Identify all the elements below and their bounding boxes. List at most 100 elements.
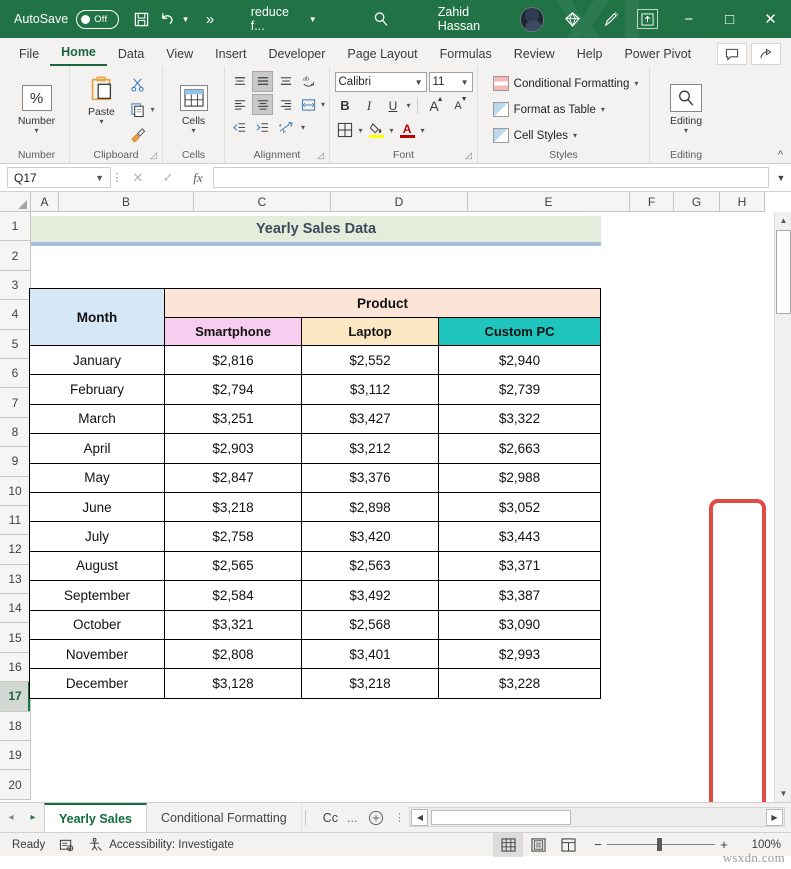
filename-chevron-down-icon[interactable]: ▼ (305, 15, 321, 24)
tab-file[interactable]: File (8, 44, 50, 66)
sheet-tab-overflow[interactable]: ... (343, 803, 361, 832)
cell-month[interactable]: September (30, 581, 165, 610)
cell-laptop[interactable]: $3,212 (302, 434, 439, 463)
borders-chevron-down-icon[interactable]: ▾ (359, 127, 363, 134)
chevron-down-icon[interactable]: ▾ (191, 127, 195, 134)
increase-indent-icon[interactable] (252, 117, 273, 138)
cell-laptop[interactable]: $3,376 (302, 463, 439, 492)
scroll-left-icon[interactable]: ◀ (411, 809, 428, 826)
sheet-tab-yearly-sales[interactable]: Yearly Sales (44, 803, 147, 832)
name-box-chevron-down-icon[interactable]: ▼ (95, 173, 104, 183)
row-header-5[interactable]: 5 (0, 330, 30, 359)
cell-smartphone[interactable]: $3,251 (165, 404, 302, 433)
accessibility-icon[interactable] (88, 837, 103, 852)
page-layout-view-button[interactable] (523, 833, 553, 857)
font-name-input[interactable]: Calibri ▼ (335, 72, 427, 92)
zoom-slider[interactable]: − + (589, 837, 733, 852)
grow-font-button[interactable]: A▲ (424, 95, 445, 116)
underline-chevron-down-icon[interactable]: ▾ (407, 102, 411, 109)
cell-laptop[interactable]: $3,420 (302, 522, 439, 551)
row-header-19[interactable]: 19 (0, 741, 30, 770)
row-header-4[interactable]: 4 (0, 300, 30, 329)
chevron-down-icon[interactable]: ▾ (684, 127, 688, 134)
next-sheet-icon[interactable]: ▸ (22, 803, 44, 832)
cell-smartphone[interactable]: $2,758 (165, 522, 302, 551)
column-header-A[interactable]: A (31, 192, 59, 212)
tab-page-layout[interactable]: Page Layout (336, 44, 428, 66)
cell-smartphone[interactable]: $2,808 (165, 639, 302, 668)
scroll-up-icon[interactable]: ▲ (775, 212, 791, 229)
column-header-B[interactable]: B (59, 192, 194, 212)
row-header-12[interactable]: 12 (0, 535, 30, 564)
zoom-level[interactable]: 100% (741, 839, 781, 851)
column-header-H[interactable]: H (720, 192, 765, 212)
tab-formulas[interactable]: Formulas (429, 44, 503, 66)
cell-custom-pc[interactable]: $3,371 (439, 551, 601, 580)
chevron-down-icon[interactable]: ▾ (34, 127, 38, 134)
cell-laptop[interactable]: $3,492 (302, 581, 439, 610)
merge-cells-icon[interactable]: ab (275, 117, 299, 138)
cell-month[interactable]: February (30, 375, 165, 404)
row-header-8[interactable]: 8 (0, 418, 30, 447)
name-box[interactable]: Q17 ▼ (7, 167, 111, 188)
cell-laptop[interactable]: $2,898 (302, 492, 439, 521)
header-month[interactable]: Month (30, 289, 165, 346)
align-left-icon[interactable] (229, 94, 250, 115)
cell-month[interactable]: April (30, 434, 165, 463)
tab-developer[interactable]: Developer (257, 44, 336, 66)
zoom-track[interactable] (607, 844, 715, 845)
cell-month[interactable]: January (30, 346, 165, 375)
cell-month[interactable]: June (30, 492, 165, 521)
header-custom-pc[interactable]: Custom PC (439, 318, 601, 346)
avatar[interactable] (520, 7, 544, 32)
sheet-tab-conditional-formatting[interactable]: Conditional Formatting (147, 803, 302, 832)
chevron-down-icon[interactable]: ▾ (573, 132, 577, 139)
undo-icon[interactable] (154, 12, 179, 27)
column-header-G[interactable]: G (674, 192, 720, 212)
italic-button[interactable]: I (359, 95, 380, 116)
fill-color-icon[interactable] (366, 119, 387, 141)
orientation-icon[interactable]: ab (298, 71, 322, 92)
format-painter-icon[interactable] (127, 124, 148, 145)
column-header-E[interactable]: E (468, 192, 630, 212)
expand-formula-bar-icon[interactable]: ▼ (773, 173, 789, 183)
clipboard-dialog-launcher-icon[interactable]: ◿ (150, 147, 157, 163)
header-smartphone[interactable]: Smartphone (165, 318, 302, 346)
conditional-formatting-button[interactable]: Conditional Formatting ▾ (493, 72, 639, 95)
cell-month[interactable]: May (30, 463, 165, 492)
cell-smartphone[interactable]: $2,565 (165, 551, 302, 580)
row-header-15[interactable]: 15 (0, 623, 30, 652)
font-size-input[interactable]: 11 ▼ (429, 72, 473, 92)
number-format-button[interactable]: % Number ▾ (9, 81, 65, 134)
font-size-chevron-down-icon[interactable]: ▼ (461, 78, 469, 87)
editing-button[interactable]: Editing ▾ (658, 81, 714, 134)
scissors-icon[interactable] (127, 74, 148, 95)
decrease-indent-icon[interactable] (229, 117, 250, 138)
previous-sheet-icon[interactable]: ◂ (0, 803, 22, 832)
cell-custom-pc[interactable]: $3,443 (439, 522, 601, 551)
tab-review[interactable]: Review (503, 44, 566, 66)
zoom-knob[interactable] (657, 838, 662, 851)
cell-month[interactable]: July (30, 522, 165, 551)
row-header-18[interactable]: 18 (0, 712, 30, 741)
ribbon-display-options-icon[interactable] (637, 9, 658, 29)
borders-icon[interactable] (335, 120, 356, 141)
tab-data[interactable]: Data (107, 44, 155, 66)
paste-button[interactable]: Paste ▾ (77, 72, 125, 125)
cell-laptop[interactable]: $2,563 (302, 551, 439, 580)
scroll-down-icon[interactable]: ▼ (775, 785, 791, 802)
row-header-17[interactable]: 17 (0, 682, 30, 711)
cell-month[interactable]: August (30, 551, 165, 580)
copy-chevron-down-icon[interactable]: ▾ (150, 106, 154, 113)
cell-smartphone[interactable]: $3,128 (165, 669, 302, 698)
diamond-icon[interactable] (560, 11, 585, 28)
row-header-13[interactable]: 13 (0, 565, 30, 594)
chevron-down-icon[interactable]: ▾ (99, 118, 103, 125)
merge-chevron-down-icon[interactable]: ▾ (301, 124, 305, 131)
autosave-toggle[interactable]: Off (76, 10, 119, 29)
cell-custom-pc[interactable]: $2,663 (439, 434, 601, 463)
chevron-down-icon[interactable]: ▾ (634, 80, 638, 87)
cell-smartphone[interactable]: $3,218 (165, 492, 302, 521)
chevron-down-icon[interactable]: ▾ (601, 106, 605, 113)
font-color-icon[interactable]: A (397, 119, 418, 141)
